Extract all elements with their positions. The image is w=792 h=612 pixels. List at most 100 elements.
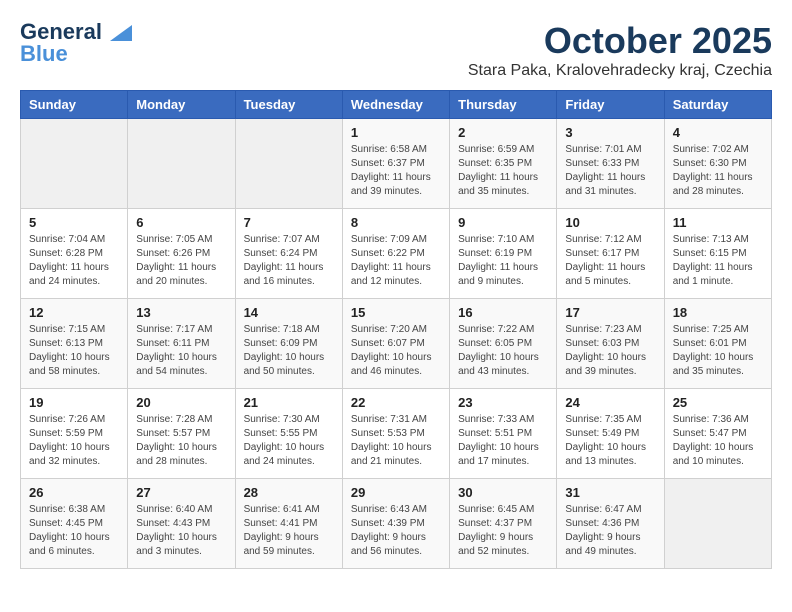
day-info: Sunrise: 7:30 AM Sunset: 5:55 PM Dayligh…: [244, 413, 334, 469]
day-info: Sunrise: 7:18 AM Sunset: 6:09 PM Dayligh…: [244, 323, 334, 379]
day-info: Sunrise: 7:09 AM Sunset: 6:22 PM Dayligh…: [351, 233, 441, 289]
calendar-cell: 31Sunrise: 6:47 AM Sunset: 4:36 PM Dayli…: [557, 479, 664, 569]
calendar-cell: 7 Sunrise: 7:07 AM Sunset: 6:24 PM Daylig…: [235, 209, 342, 299]
day-info: Sunrise: 7:33 AM Sunset: 5:51 PM Dayligh…: [458, 413, 548, 469]
calendar-cell: 24 Sunrise: 7:35 AM Sunset: 5:49 PM Dayli…: [557, 389, 664, 479]
calendar-cell: 14 Sunrise: 7:18 AM Sunset: 6:09 PM Dayli…: [235, 299, 342, 389]
day-number: 17: [565, 305, 655, 320]
day-number: 29: [351, 485, 441, 500]
day-header-thursday: Thursday: [450, 91, 557, 119]
title-section: October 2025 Stara Paka, Kralovehradecky…: [468, 20, 772, 80]
calendar-cell: 5Sunrise: 7:04 AM Sunset: 6:28 PM Daylig…: [21, 209, 128, 299]
day-info: Sunrise: 6:45 AM Sunset: 4:37 PM Dayligh…: [458, 503, 548, 559]
day-number: 28: [244, 485, 334, 500]
day-info: Sunrise: 7:31 AM Sunset: 5:53 PM Dayligh…: [351, 413, 441, 469]
day-info: Sunrise: 6:38 AM Sunset: 4:45 PM Dayligh…: [29, 503, 119, 559]
day-info: Sunrise: 7:02 AM Sunset: 6:30 PM Dayligh…: [673, 143, 763, 199]
day-header-tuesday: Tuesday: [235, 91, 342, 119]
calendar-cell: 13 Sunrise: 7:17 AM Sunset: 6:11 PM Dayli…: [128, 299, 235, 389]
calendar-cell: [21, 119, 128, 209]
calendar-cell: [235, 119, 342, 209]
day-header-sunday: Sunday: [21, 91, 128, 119]
day-number: 7: [244, 215, 334, 230]
day-info: Sunrise: 7:12 AM Sunset: 6:17 PM Dayligh…: [565, 233, 655, 289]
day-info: Sunrise: 7:13 AM Sunset: 6:15 PM Dayligh…: [673, 233, 763, 289]
day-number: 11: [673, 215, 763, 230]
day-number: 4: [673, 125, 763, 140]
day-info: Sunrise: 7:17 AM Sunset: 6:11 PM Dayligh…: [136, 323, 226, 379]
calendar-cell: 30 Sunrise: 6:45 AM Sunset: 4:37 PM Dayli…: [450, 479, 557, 569]
calendar-cell: 4 Sunrise: 7:02 AM Sunset: 6:30 PM Daylig…: [664, 119, 771, 209]
day-number: 16: [458, 305, 548, 320]
day-info: Sunrise: 7:15 AM Sunset: 6:13 PM Dayligh…: [29, 323, 119, 379]
day-info: Sunrise: 6:40 AM Sunset: 4:43 PM Dayligh…: [136, 503, 226, 559]
day-number: 26: [29, 485, 119, 500]
calendar-cell: 2Sunrise: 6:59 AM Sunset: 6:35 PM Daylig…: [450, 119, 557, 209]
day-number: 13: [136, 305, 226, 320]
day-info: Sunrise: 7:25 AM Sunset: 6:01 PM Dayligh…: [673, 323, 763, 379]
day-number: 1: [351, 125, 441, 140]
calendar-week-2: 5Sunrise: 7:04 AM Sunset: 6:28 PM Daylig…: [21, 209, 772, 299]
day-number: 9: [458, 215, 548, 230]
day-info: Sunrise: 7:04 AM Sunset: 6:28 PM Dayligh…: [29, 233, 119, 289]
location-title: Stara Paka, Kralovehradecky kraj, Czechi…: [468, 62, 772, 80]
day-info: Sunrise: 7:01 AM Sunset: 6:33 PM Dayligh…: [565, 143, 655, 199]
day-info: Sunrise: 6:43 AM Sunset: 4:39 PM Dayligh…: [351, 503, 441, 559]
day-number: 21: [244, 395, 334, 410]
day-info: Sunrise: 7:20 AM Sunset: 6:07 PM Dayligh…: [351, 323, 441, 379]
calendar-cell: 27 Sunrise: 6:40 AM Sunset: 4:43 PM Dayli…: [128, 479, 235, 569]
day-number: 20: [136, 395, 226, 410]
calendar-cell: 16 Sunrise: 7:22 AM Sunset: 6:05 PM Dayli…: [450, 299, 557, 389]
logo: General Blue: [20, 20, 132, 66]
calendar-cell: 21 Sunrise: 7:30 AM Sunset: 5:55 PM Dayli…: [235, 389, 342, 479]
day-number: 14: [244, 305, 334, 320]
calendar-cell: 20 Sunrise: 7:28 AM Sunset: 5:57 PM Dayli…: [128, 389, 235, 479]
day-number: 30: [458, 485, 548, 500]
day-number: 19: [29, 395, 119, 410]
day-number: 10: [565, 215, 655, 230]
calendar-cell: 17 Sunrise: 7:23 AM Sunset: 6:03 PM Dayli…: [557, 299, 664, 389]
day-info: Sunrise: 7:10 AM Sunset: 6:19 PM Dayligh…: [458, 233, 548, 289]
calendar-cell: 11 Sunrise: 7:13 AM Sunset: 6:15 PM Dayli…: [664, 209, 771, 299]
day-info: Sunrise: 7:22 AM Sunset: 6:05 PM Dayligh…: [458, 323, 548, 379]
calendar-cell: 22Sunrise: 7:31 AM Sunset: 5:53 PM Dayli…: [342, 389, 449, 479]
calendar-cell: 8Sunrise: 7:09 AM Sunset: 6:22 PM Daylig…: [342, 209, 449, 299]
day-info: Sunrise: 7:35 AM Sunset: 5:49 PM Dayligh…: [565, 413, 655, 469]
calendar-cell: 23 Sunrise: 7:33 AM Sunset: 5:51 PM Dayli…: [450, 389, 557, 479]
calendar-cell: [664, 479, 771, 569]
header: General Blue October 2025 Stara Paka, Kr…: [20, 20, 772, 80]
day-number: 25: [673, 395, 763, 410]
logo-blue: Blue: [20, 42, 68, 66]
day-header-monday: Monday: [128, 91, 235, 119]
day-number: 27: [136, 485, 226, 500]
day-info: Sunrise: 6:41 AM Sunset: 4:41 PM Dayligh…: [244, 503, 334, 559]
calendar-body: 1 Sunrise: 6:58 AM Sunset: 6:37 PM Daylig…: [21, 119, 772, 569]
calendar-cell: 28 Sunrise: 6:41 AM Sunset: 4:41 PM Dayli…: [235, 479, 342, 569]
calendar-cell: 15 Sunrise: 7:20 AM Sunset: 6:07 PM Dayli…: [342, 299, 449, 389]
day-info: Sunrise: 6:58 AM Sunset: 6:37 PM Dayligh…: [351, 143, 441, 199]
day-number: 18: [673, 305, 763, 320]
calendar-cell: [128, 119, 235, 209]
day-info: Sunrise: 7:26 AM Sunset: 5:59 PM Dayligh…: [29, 413, 119, 469]
month-title: October 2025: [468, 20, 772, 62]
day-number: 15: [351, 305, 441, 320]
logo-icon: [110, 25, 132, 41]
day-info: Sunrise: 7:28 AM Sunset: 5:57 PM Dayligh…: [136, 413, 226, 469]
day-number: 24: [565, 395, 655, 410]
calendar-week-5: 26 Sunrise: 6:38 AM Sunset: 4:45 PM Dayli…: [21, 479, 772, 569]
day-number: 23: [458, 395, 548, 410]
calendar: SundayMondayTuesdayWednesdayThursdayFrid…: [20, 90, 772, 569]
calendar-cell: 9 Sunrise: 7:10 AM Sunset: 6:19 PM Daylig…: [450, 209, 557, 299]
calendar-cell: 1 Sunrise: 6:58 AM Sunset: 6:37 PM Daylig…: [342, 119, 449, 209]
day-info: Sunrise: 7:07 AM Sunset: 6:24 PM Dayligh…: [244, 233, 334, 289]
calendar-header-row: SundayMondayTuesdayWednesdayThursdayFrid…: [21, 91, 772, 119]
day-number: 6: [136, 215, 226, 230]
day-info: Sunrise: 7:23 AM Sunset: 6:03 PM Dayligh…: [565, 323, 655, 379]
day-info: Sunrise: 7:05 AM Sunset: 6:26 PM Dayligh…: [136, 233, 226, 289]
calendar-cell: 26 Sunrise: 6:38 AM Sunset: 4:45 PM Dayli…: [21, 479, 128, 569]
calendar-week-3: 12Sunrise: 7:15 AM Sunset: 6:13 PM Dayli…: [21, 299, 772, 389]
calendar-cell: 6 Sunrise: 7:05 AM Sunset: 6:26 PM Daylig…: [128, 209, 235, 299]
calendar-cell: 12Sunrise: 7:15 AM Sunset: 6:13 PM Dayli…: [21, 299, 128, 389]
day-header-friday: Friday: [557, 91, 664, 119]
calendar-cell: 10 Sunrise: 7:12 AM Sunset: 6:17 PM Dayli…: [557, 209, 664, 299]
